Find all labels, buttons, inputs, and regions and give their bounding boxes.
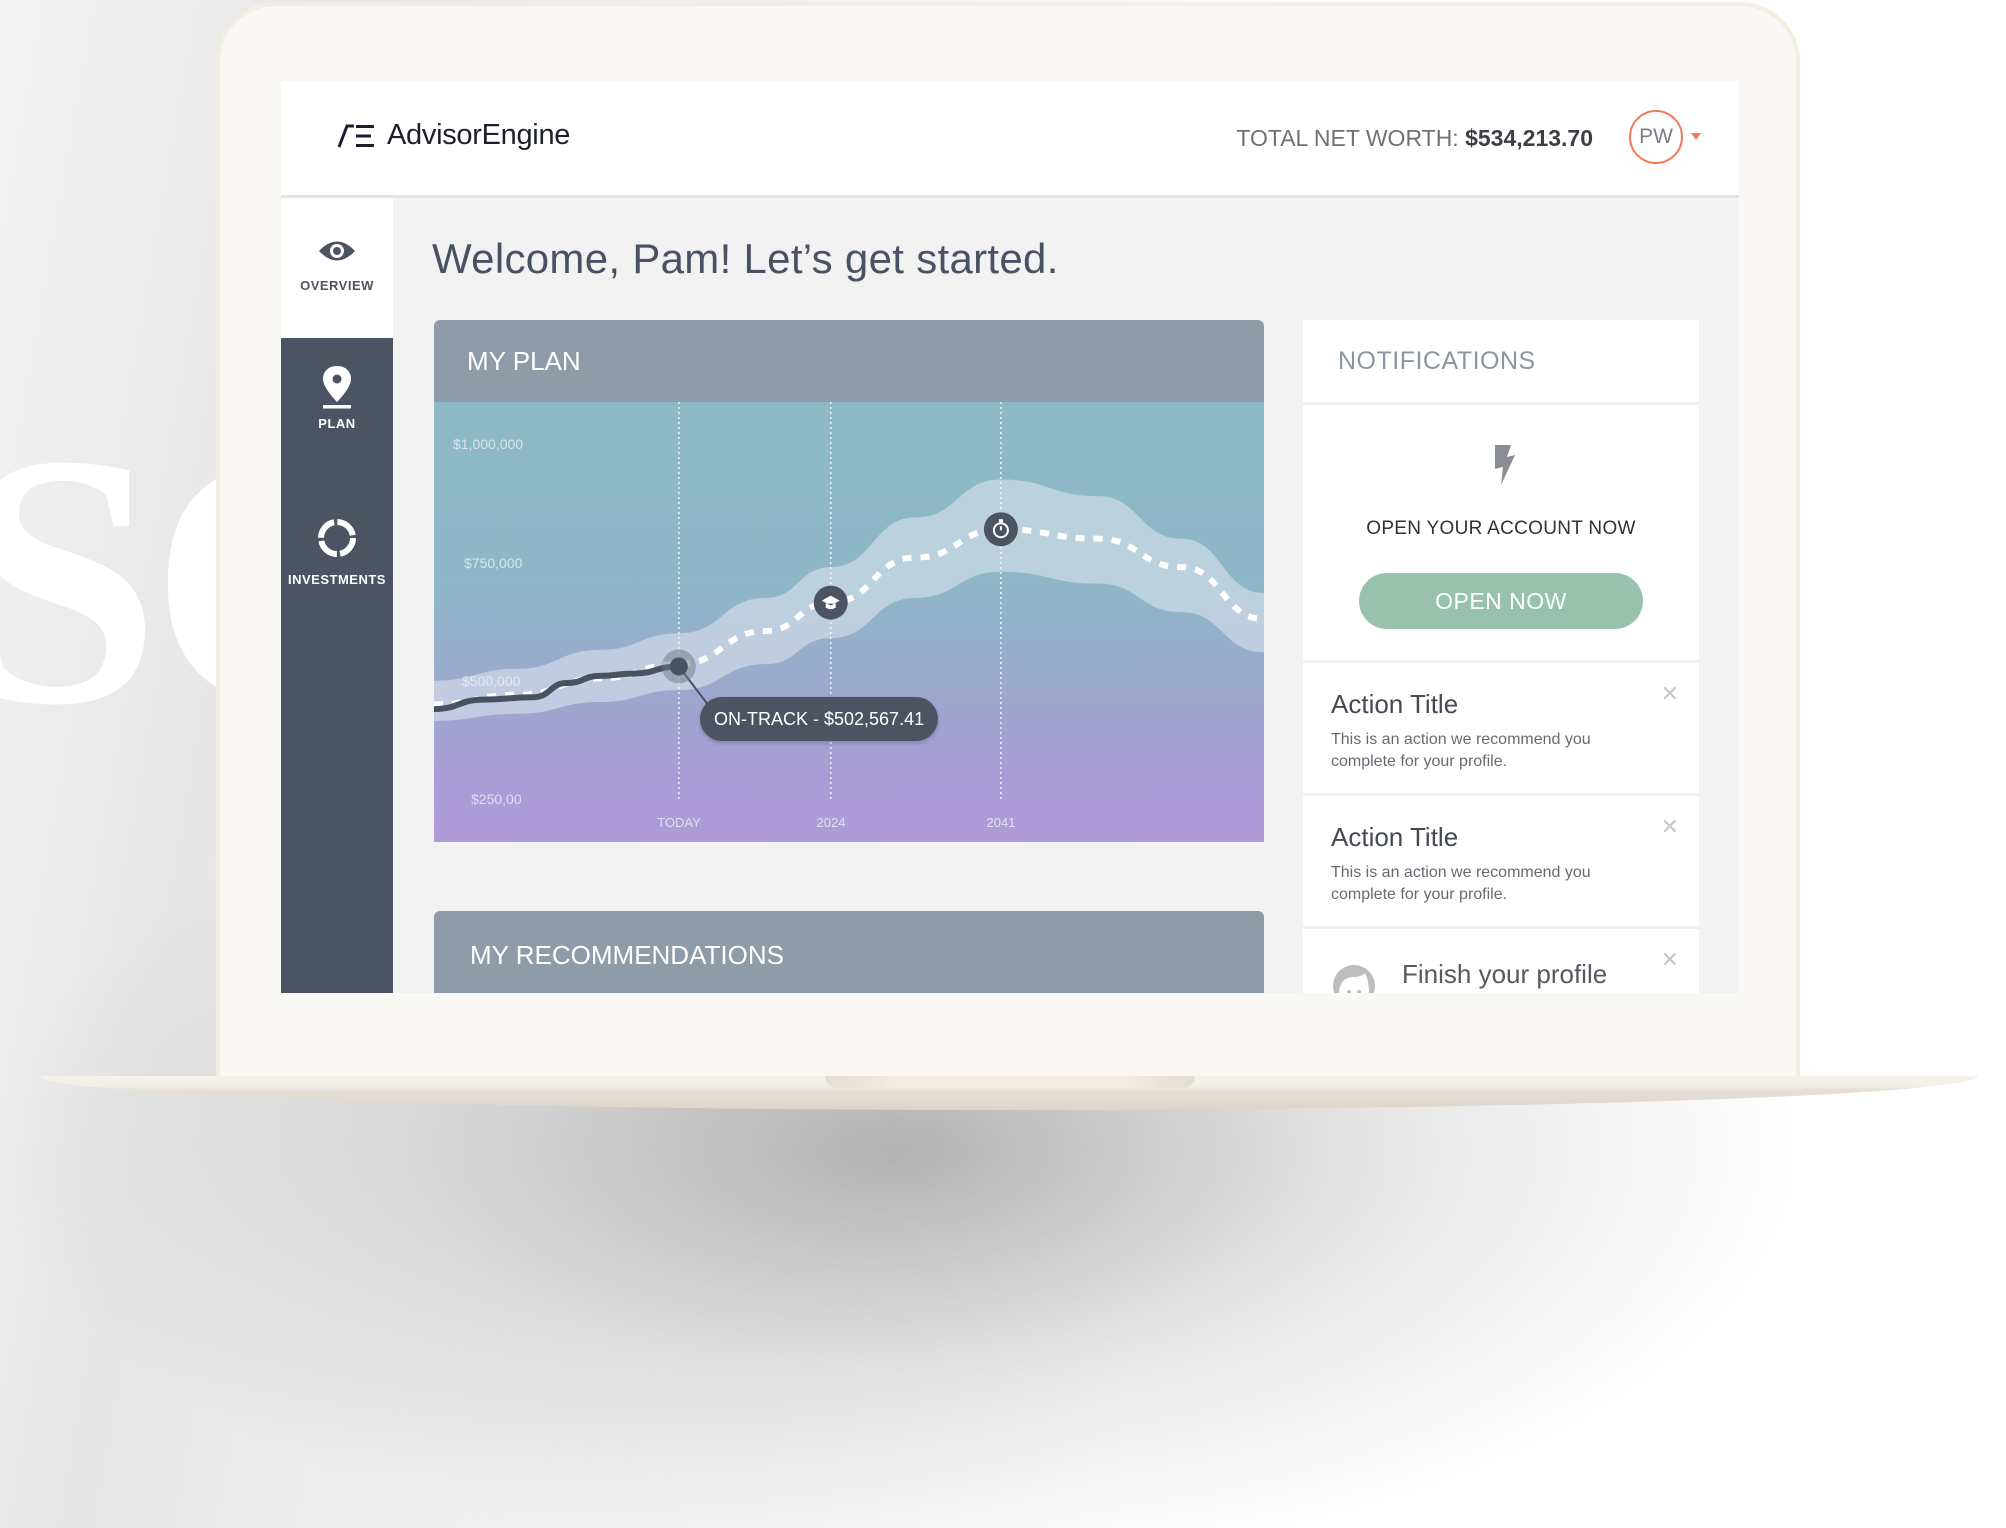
promo-text: OPEN YOUR ACCOUNT NOW (1366, 518, 1636, 539)
y-tick-label: $750,000 (464, 555, 523, 571)
donut-chart-icon (318, 519, 356, 557)
y-tick-label: $1,000,000 (453, 436, 524, 452)
finish-profile-item[interactable]: Finish your profile ✕ (1303, 929, 1699, 993)
notifications-panel: NOTIFICATIONS OPEN YOUR ACCOUNT NOW OPEN… (1303, 320, 1699, 993)
caret-down-icon[interactable] (1691, 133, 1701, 140)
action-description: This is an action we recommend you compl… (1331, 731, 1591, 770)
my-recommendations-title: MY RECOMMENDATIONS (470, 940, 784, 970)
my-plan-card: MY PLAN $1,000,000 $750,000 $500,000 $25… (434, 320, 1264, 842)
close-icon[interactable]: ✕ (1661, 816, 1679, 838)
logo[interactable]: AdvisorEngine (337, 119, 570, 152)
net-worth-value: $534,213.70 (1465, 125, 1593, 151)
notification-action[interactable]: Action Title This is an action we recomm… (1303, 663, 1699, 796)
action-description: This is an action we recommend you compl… (1331, 864, 1591, 903)
notifications-title: NOTIFICATIONS (1303, 320, 1699, 405)
sidebar-item-overview[interactable]: OVERVIEW (281, 198, 393, 338)
profile-title: Finish your profile (1402, 959, 1608, 989)
map-pin-icon (323, 366, 351, 409)
close-icon[interactable]: ✕ (1661, 949, 1679, 971)
sidebar-item-plan[interactable]: PLAN (281, 364, 393, 484)
user-face-icon (1333, 965, 1375, 993)
action-title: Action Title (1331, 822, 1459, 852)
sidebar-item-investments[interactable]: INVESTMENTS (281, 516, 393, 626)
y-tick-label: $250,00 (471, 791, 522, 807)
sidebar: OVERVIEW PLAN INVESTMENTS (281, 198, 393, 993)
today-marker (669, 657, 688, 676)
stopwatch-icon-top (998, 519, 1003, 523)
x-tick-label: TODAY (657, 815, 701, 830)
plan-chart[interactable]: $1,000,000 $750,000 $500,000 $250,00 TOD… (434, 402, 1264, 842)
x-tick-label: 2024 (816, 815, 846, 830)
x-tick-label: 2041 (986, 815, 1016, 830)
sidebar-item-label: PLAN (318, 416, 356, 431)
net-worth: TOTAL NET WORTH: $534,213.70 (1236, 125, 1593, 152)
y-tick-label: $500,000 (462, 673, 521, 689)
net-worth-label: TOTAL NET WORTH: (1236, 125, 1459, 151)
close-icon[interactable]: ✕ (1661, 683, 1679, 705)
my-plan-title: MY PLAN (434, 320, 1264, 402)
page-title: Welcome, Pam! Let’s get started. (432, 235, 1059, 282)
sidebar-item-label: OVERVIEW (300, 278, 374, 293)
plan-chart-svg (434, 402, 1264, 802)
open-now-button[interactable]: OPEN NOW (1359, 573, 1643, 629)
logo-mark-icon (337, 124, 374, 148)
user-avatar[interactable]: PW (1629, 110, 1683, 164)
notification-action[interactable]: Action Title This is an action we recomm… (1303, 796, 1699, 929)
open-account-promo: OPEN YOUR ACCOUNT NOW OPEN NOW (1303, 405, 1699, 663)
top-bar: AdvisorEngine TOTAL NET WORTH: $534,213.… (281, 81, 1739, 198)
logo-text: AdvisorEngine (387, 119, 571, 151)
lightning-bolt-icon (1495, 445, 1515, 485)
laptop-notch (825, 1076, 1195, 1088)
app-screen: AdvisorEngine TOTAL NET WORTH: $534,213.… (281, 81, 1739, 993)
sidebar-item-label: INVESTMENTS (288, 572, 386, 587)
action-title: Action Title (1331, 689, 1459, 719)
on-track-tooltip: ON-TRACK - $502,567.41 (700, 697, 939, 741)
eye-icon (319, 241, 355, 261)
my-recommendations-card[interactable]: MY RECOMMENDATIONS (434, 911, 1264, 993)
